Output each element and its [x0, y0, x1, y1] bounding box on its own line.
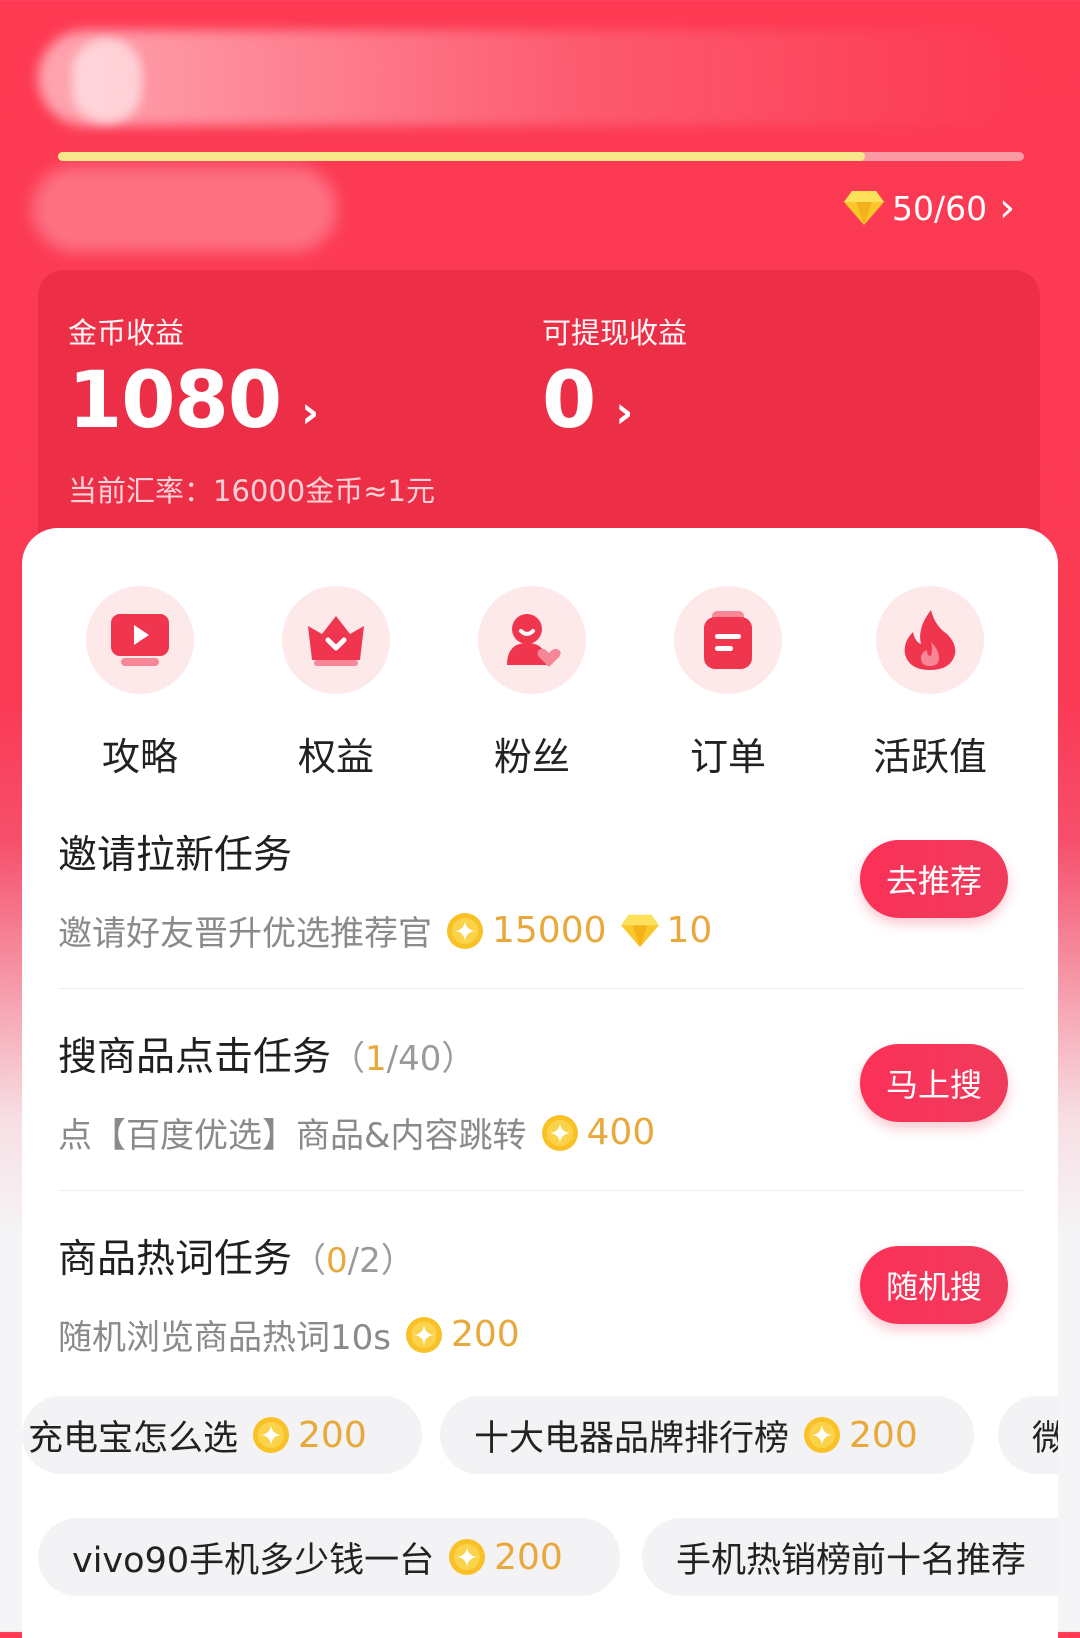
- gem-count: 50/60: [892, 188, 988, 228]
- task-progress: （0/2）: [292, 1233, 415, 1282]
- coin-earnings-label: 金币收益: [68, 316, 185, 350]
- chevron-right-icon: ›: [615, 387, 634, 438]
- entry-orders[interactable]: 订单: [648, 586, 808, 781]
- entry-circle: [876, 586, 984, 694]
- entry-label: 攻略: [101, 735, 178, 779]
- task-desc: 点【百度优选】商品&内容跳转: [58, 1116, 527, 1156]
- task-desc-row: 邀请好友晋升优选推荐官 15000 10: [58, 906, 1018, 955]
- gold-coin-icon: [447, 912, 483, 949]
- divider: [58, 988, 1024, 989]
- hotword-text: 微: [1032, 1418, 1058, 1459]
- random-search-button[interactable]: 随机搜: [860, 1246, 1008, 1324]
- diamond-icon: [844, 191, 884, 225]
- task-desc: 邀请好友晋升优选推荐官: [58, 914, 432, 954]
- progress-total: /40）: [386, 1039, 476, 1079]
- recommend-button[interactable]: 去推荐: [860, 840, 1008, 918]
- coin-amount: 400: [586, 1112, 656, 1153]
- task-progress: （1/40）: [331, 1031, 475, 1080]
- search-now-button[interactable]: 马上搜: [860, 1044, 1008, 1122]
- coin-amount: 15000: [492, 910, 607, 951]
- entry-benefits[interactable]: 权益: [256, 586, 416, 781]
- diamond-icon: [620, 914, 659, 947]
- coin-amount: 200: [450, 1314, 520, 1355]
- level-progress-bar: [58, 152, 1024, 161]
- hotword-chip[interactable]: 十大电器品牌排行榜 200: [440, 1396, 974, 1474]
- cash-earnings-link[interactable]: 0 ›: [542, 356, 633, 446]
- task-title: 搜商品点击任务: [58, 1035, 332, 1080]
- coin-earnings-link[interactable]: 1080 ›: [68, 356, 319, 446]
- blurred-username: [38, 30, 1018, 126]
- hotword-text: vivo90手机多少钱一台: [72, 1540, 435, 1581]
- cash-earnings-value: 0: [542, 356, 596, 446]
- progress-total: /2）: [347, 1241, 415, 1281]
- task-desc: 随机浏览商品热词10s: [58, 1318, 391, 1358]
- coin-amount: 200: [849, 1414, 918, 1456]
- hotword-chip[interactable]: vivo90手机多少钱一台 200: [38, 1518, 620, 1596]
- coin-reward: 400: [527, 1112, 656, 1153]
- hotword-text: 手机热销榜前十名推荐: [676, 1540, 1027, 1581]
- entry-label: 粉丝: [493, 735, 570, 779]
- coin-reward: 15000: [432, 910, 607, 951]
- entry-circle: [282, 586, 390, 694]
- exchange-rate-text: 当前汇率：16000金币≈1元: [68, 474, 436, 508]
- crown-heart-icon: [308, 616, 364, 666]
- order-list-icon: [704, 611, 752, 669]
- fans-heart-icon: [507, 614, 561, 667]
- gold-coin-icon: [804, 1417, 841, 1453]
- entry-fans[interactable]: 粉丝: [452, 586, 612, 781]
- entry-label: 活跃值: [872, 735, 987, 779]
- gold-coin-icon: [541, 1114, 578, 1151]
- coin-reward: 200: [391, 1314, 520, 1355]
- task-title: 商品热词任务: [58, 1237, 293, 1282]
- entry-activity[interactable]: 活跃值: [850, 586, 1010, 781]
- entry-guide[interactable]: 攻略: [60, 586, 220, 781]
- avatar[interactable]: [72, 38, 142, 124]
- hotword-chip[interactable]: 手机热销榜前十名推荐: [642, 1518, 1058, 1596]
- gem-reward: 10: [607, 910, 713, 951]
- progress-open: （: [331, 1039, 366, 1079]
- hotword-text: 十大电器品牌排行榜: [474, 1418, 790, 1459]
- hotword-text: 充电宝怎么选: [28, 1418, 239, 1459]
- coin-reward: 200: [238, 1415, 367, 1456]
- chevron-right-icon: ›: [301, 387, 320, 438]
- coin-amount: 200: [298, 1414, 367, 1456]
- coin-reward: 200: [789, 1415, 918, 1456]
- gold-coin-icon: [449, 1539, 486, 1575]
- coin-earnings-value: 1080: [68, 356, 282, 446]
- gold-coin-icon: [405, 1316, 442, 1353]
- progress-current: 0: [326, 1241, 348, 1281]
- progress-open: （: [292, 1241, 327, 1281]
- gem-count-link[interactable]: 50/60 ›: [842, 186, 1015, 230]
- level-progress-fill: [58, 152, 865, 161]
- entry-circle: [478, 586, 586, 694]
- hotword-chip[interactable]: 充电宝怎么选 200: [22, 1396, 422, 1474]
- gem-amount: 10: [666, 910, 713, 951]
- blurred-level-text: [32, 166, 337, 252]
- entry-circle: [86, 586, 194, 694]
- divider: [58, 1190, 1024, 1191]
- entry-label: 权益: [297, 735, 374, 779]
- cash-earnings-label: 可提现收益: [542, 316, 688, 350]
- entry-label: 订单: [689, 735, 766, 779]
- chevron-right-icon: ›: [999, 185, 1016, 231]
- task-desc-row: 随机浏览商品热词10s 200: [58, 1310, 1018, 1359]
- progress-current: 1: [365, 1039, 387, 1079]
- task-desc-row: 点【百度优选】商品&内容跳转 400: [58, 1108, 1018, 1157]
- coin-reward: 200: [434, 1537, 563, 1578]
- flame-icon: [904, 610, 956, 670]
- gold-coin-icon: [253, 1417, 290, 1453]
- entry-circle: [674, 586, 782, 694]
- play-screen-icon: [111, 614, 169, 666]
- coin-amount: 200: [494, 1536, 563, 1578]
